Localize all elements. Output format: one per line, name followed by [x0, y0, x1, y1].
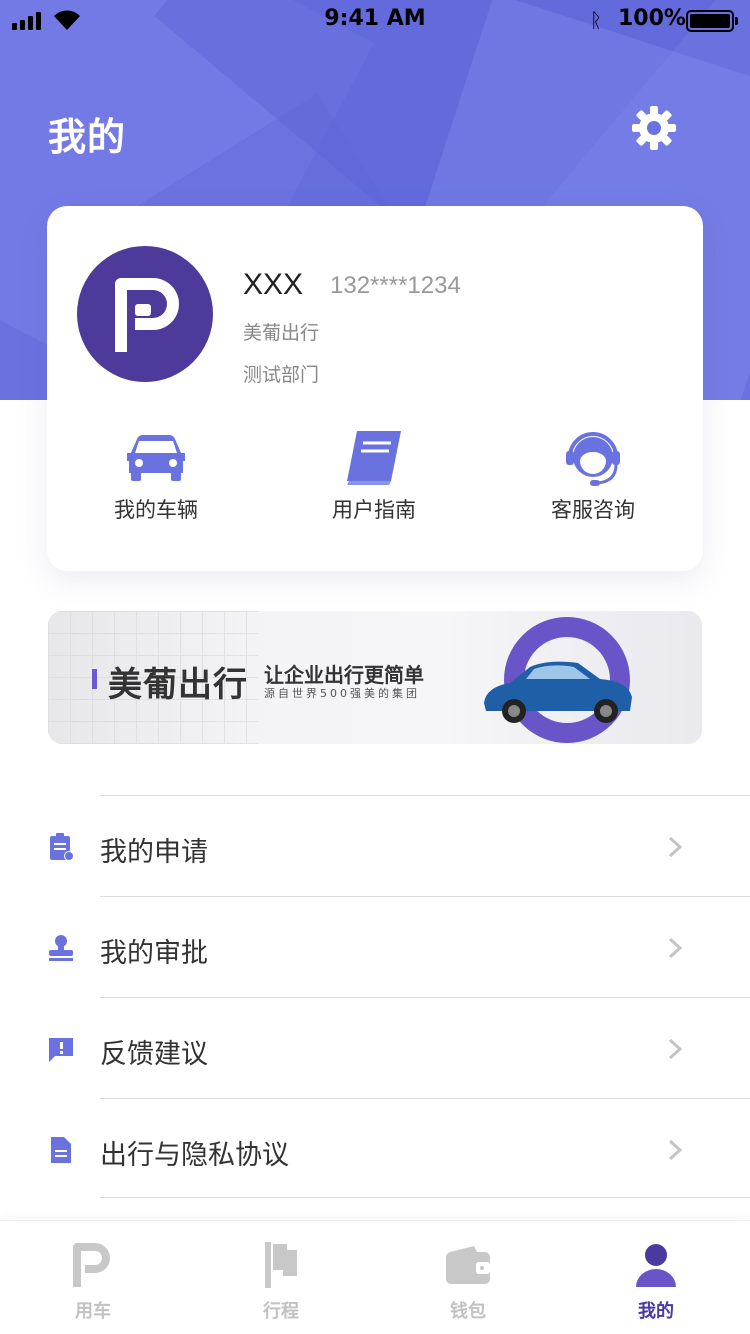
battery-percent: 100%: [618, 6, 686, 31]
chevron-right-icon: [668, 1038, 683, 1060]
menu-item-privacy[interactable]: 出行与隐私协议: [51, 1098, 750, 1198]
chevron-right-icon: [668, 1139, 683, 1161]
car-image: [484, 661, 632, 723]
banner-slogan: 让企业出行更简单: [264, 663, 424, 687]
avatar[interactable]: [77, 246, 213, 382]
tab-label-ride: 用车: [75, 1301, 111, 1322]
menu-label-feedback: 反馈建议: [100, 1039, 208, 1070]
headset-icon: [566, 432, 620, 486]
user-name: XXX: [243, 268, 304, 301]
document-icon: [51, 1137, 71, 1163]
p-logo-icon: [115, 278, 179, 352]
p-logo-icon: [73, 1243, 110, 1287]
menu-item-applications[interactable]: 我的申请: [50, 795, 750, 896]
tab-mine[interactable]: 我的: [596, 1239, 716, 1323]
customer-service-label: 客服咨询: [551, 498, 635, 522]
user-guide-label: 用户指南: [332, 498, 416, 522]
book-icon: [347, 431, 401, 485]
flag-icon: [265, 1242, 297, 1288]
menu-label-applications: 我的申请: [100, 837, 208, 868]
menu-label-privacy: 出行与隐私协议: [100, 1140, 289, 1171]
gear-icon[interactable]: [630, 104, 678, 152]
tab-wallet[interactable]: 钱包: [408, 1239, 528, 1323]
clipboard-icon: [50, 833, 74, 861]
tab-label-mine: 我的: [638, 1301, 674, 1322]
menu-label-approvals: 我的审批: [100, 938, 208, 969]
stamp-icon: [49, 935, 73, 961]
feedback-icon: [49, 1038, 73, 1062]
user-department: 测试部门: [243, 364, 320, 386]
user-phone: 132****1234: [330, 272, 461, 299]
menu-list: 我的申请 我的审批 反馈建议 出行与隐私协议: [0, 795, 750, 1198]
chevron-right-icon: [668, 937, 683, 959]
customer-service-button[interactable]: 客服咨询: [503, 426, 683, 524]
banner-subtitle: 源自世界500强美的集团: [264, 687, 420, 700]
user-company: 美葡出行: [243, 322, 320, 344]
profile-card: XXX 132****1234 美葡出行 测试部门 我的车辆 用户指南 客服咨询: [47, 206, 703, 571]
chevron-right-icon: [668, 836, 683, 858]
tab-trips[interactable]: 行程: [221, 1239, 341, 1323]
tab-label-trips: 行程: [263, 1301, 299, 1322]
tab-label-wallet: 钱包: [450, 1301, 486, 1322]
banner-brand: 美葡出行: [108, 665, 248, 705]
bluetooth-icon: ᚱ: [590, 8, 602, 32]
battery-icon: [686, 10, 738, 32]
menu-item-feedback[interactable]: 反馈建议: [49, 997, 750, 1098]
page-title: 我的: [48, 115, 127, 159]
user-guide-button[interactable]: 用户指南: [284, 426, 464, 524]
tab-ride[interactable]: 用车: [33, 1239, 153, 1323]
my-vehicles-button[interactable]: 我的车辆: [66, 426, 246, 524]
menu-item-approvals[interactable]: 我的审批: [49, 896, 750, 997]
car-icon: [127, 434, 185, 481]
person-icon: [636, 1244, 676, 1287]
my-vehicles-label: 我的车辆: [114, 498, 198, 522]
tab-bar: 用车 行程 钱包 我的: [0, 1220, 750, 1334]
wallet-icon: [446, 1246, 490, 1284]
promo-banner[interactable]: 美葡出行 让企业出行更简单 源自世界500强美的集团: [48, 611, 702, 744]
status-bar: 9:41 AM ᚱ 100%: [0, 0, 750, 40]
